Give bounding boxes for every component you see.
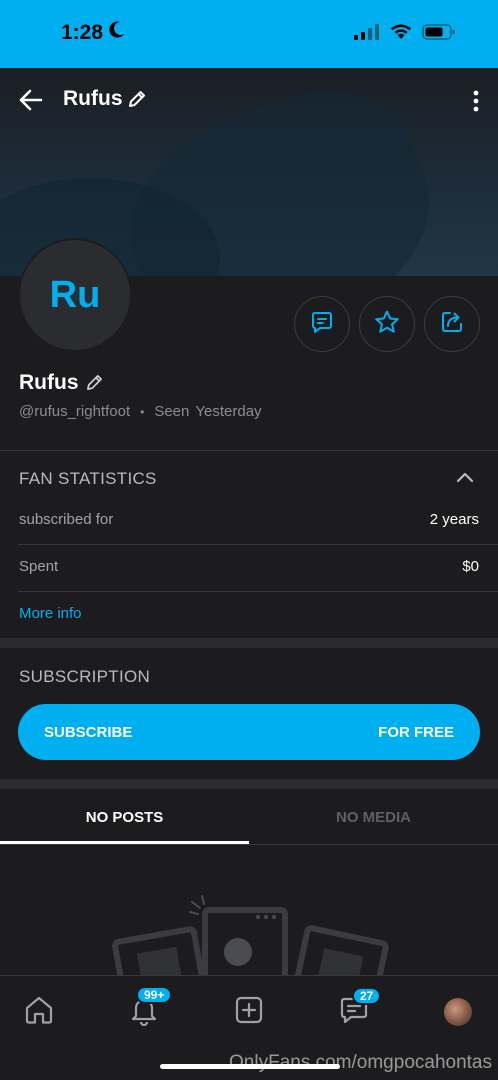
home-icon: [23, 994, 55, 1031]
notifications-badge: 99+: [136, 986, 173, 1004]
tab-media[interactable]: NO MEDIA: [249, 790, 498, 844]
subscribe-label: SUBSCRIBE: [44, 723, 133, 741]
stat-label-subscribed: subscribed for: [19, 511, 114, 528]
chevron-up-icon[interactable]: [456, 470, 474, 488]
profile-name: Rufus: [19, 371, 79, 394]
divider: [0, 844, 498, 845]
edit-pencil-icon[interactable]: [128, 90, 146, 113]
avatar-initials: Ru: [49, 273, 101, 316]
page-title: Rufus: [63, 87, 123, 110]
message-button[interactable]: [294, 296, 350, 352]
stat-value-spent: $0: [462, 558, 479, 575]
seen-value: Yesterday: [195, 403, 262, 420]
stat-value-subscribed: 2 years: [429, 511, 479, 528]
divider: [18, 544, 498, 545]
section-separator: [0, 779, 498, 789]
subscribe-price: FOR FREE: [378, 723, 454, 741]
back-arrow-icon[interactable]: [18, 88, 44, 112]
status-icons: [354, 24, 456, 45]
battery-icon: [422, 24, 456, 45]
fan-statistics-title: FAN STATISTICS: [19, 469, 157, 488]
top-bar: Rufus: [0, 78, 498, 122]
wifi-icon: [390, 24, 412, 45]
profile-subline: @rufus_rightfoot • Seen Yesterday: [19, 403, 262, 420]
status-time: 1:28: [61, 21, 104, 44]
divider: [0, 450, 498, 451]
profile-handle[interactable]: @rufus_rightfoot: [19, 403, 130, 420]
status-time-group: 1:28: [61, 21, 125, 45]
separator-dot: •: [140, 404, 145, 419]
status-bar: 1:28: [0, 0, 498, 68]
moon-icon: [109, 21, 125, 45]
home-indicator[interactable]: [160, 1064, 340, 1069]
section-separator: [0, 638, 498, 648]
subscription-title: SUBSCRIPTION: [19, 667, 151, 686]
empty-state-illustration-icon: [110, 890, 390, 1015]
subscribe-button[interactable]: SUBSCRIBE FOR FREE: [18, 704, 480, 760]
seen-label: Seen: [154, 403, 190, 420]
divider: [18, 591, 498, 592]
avatar[interactable]: Ru: [18, 238, 132, 352]
star-icon: [374, 309, 400, 340]
watermark: OnlyFans.com/omgpocahontas: [229, 1052, 492, 1073]
nav-create-post[interactable]: [229, 992, 269, 1032]
share-button[interactable]: [424, 296, 480, 352]
add-post-icon: [234, 995, 264, 1030]
share-icon: [439, 309, 465, 340]
more-options-icon[interactable]: [472, 90, 480, 112]
message-icon: [310, 310, 334, 339]
nav-profile[interactable]: [438, 992, 478, 1032]
stat-label-spent: Spent: [19, 558, 59, 575]
signal-icon: [354, 24, 380, 45]
tab-posts[interactable]: NO POSTS: [0, 790, 249, 844]
profile-avatar: [444, 998, 472, 1026]
more-info-link[interactable]: More info: [19, 605, 82, 622]
nav-home[interactable]: [19, 992, 59, 1032]
favorite-button[interactable]: [359, 296, 415, 352]
messages-badge: 27: [352, 987, 382, 1005]
edit-name-pencil-icon[interactable]: [86, 374, 103, 396]
